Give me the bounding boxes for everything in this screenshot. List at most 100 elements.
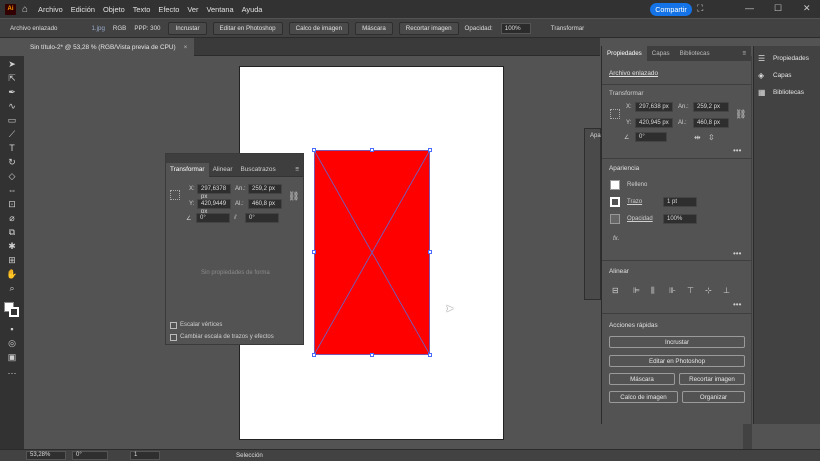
tab-transformar[interactable]: Transformar: [166, 162, 209, 177]
free-transform-tool-icon[interactable]: ⊡: [6, 199, 18, 210]
selection-tool-icon[interactable]: ➤: [6, 59, 18, 70]
maximize-icon[interactable]: ☐: [774, 3, 782, 14]
tab-bibliotecas[interactable]: Bibliotecas: [675, 46, 715, 61]
fx-icon[interactable]: fx.: [613, 236, 619, 242]
menu-ver[interactable]: Ver: [187, 5, 198, 14]
pen-tool-icon[interactable]: ✒: [6, 87, 18, 98]
tab-capas[interactable]: Capas: [647, 46, 675, 61]
panel-menu-icon[interactable]: ≡: [737, 46, 751, 61]
handle-top-center[interactable]: [370, 148, 374, 152]
width-tool-icon[interactable]: ⇔: [6, 185, 18, 196]
close-icon[interactable]: ✕: [803, 3, 811, 14]
more-options-icon[interactable]: •••: [733, 300, 741, 309]
zoom-tool-icon[interactable]: ⌕: [6, 283, 18, 294]
tab-propiedades[interactable]: Propiedades: [602, 46, 647, 61]
opacity-label[interactable]: Opacidad: [627, 216, 653, 222]
file-link[interactable]: 1.jpg: [91, 25, 104, 32]
crop-image-button[interactable]: Recortar imagen: [679, 373, 745, 385]
align-left-icon[interactable]: ⊫: [633, 286, 640, 295]
embed-button[interactable]: Incrustar: [609, 336, 745, 348]
handle-top-right[interactable]: [428, 148, 432, 152]
image-trace-button[interactable]: Calco de imagen: [609, 391, 678, 403]
reference-point-icon[interactable]: [170, 190, 180, 200]
menu-texto[interactable]: Texto: [133, 5, 151, 14]
dock-capas[interactable]: ◈ Capas: [758, 71, 791, 80]
width-input[interactable]: 259,2 px: [693, 102, 729, 112]
dock-propiedades[interactable]: ☰ Propiedades: [758, 54, 809, 63]
align-vcenter-icon[interactable]: ⊹: [705, 286, 712, 295]
panel-menu-icon[interactable]: ≡: [291, 166, 303, 173]
document-tab[interactable]: Sin título-2* @ 53,28 % (RGB/Vista previ…: [24, 38, 194, 56]
height-input[interactable]: 460,8 px: [693, 118, 729, 128]
handle-middle-right[interactable]: [428, 250, 432, 254]
dock-bibliotecas[interactable]: ▦ Bibliotecas: [758, 88, 804, 97]
opacity-input[interactable]: 100%: [500, 22, 531, 34]
opacity-input[interactable]: 100%: [663, 214, 697, 224]
color-mode-icon[interactable]: ▪: [6, 324, 18, 335]
artboard-field[interactable]: 1: [130, 451, 160, 460]
menu-efecto[interactable]: Efecto: [158, 5, 179, 14]
more-options-icon[interactable]: •••: [733, 146, 741, 155]
fill-swatch[interactable]: [610, 180, 620, 190]
menu-ventana[interactable]: Ventana: [206, 5, 233, 14]
x-input[interactable]: 297,638 px: [635, 102, 673, 112]
align-top-icon[interactable]: ⊤: [687, 286, 694, 295]
handle-top-left[interactable]: [312, 148, 316, 152]
drawing-mode-icon[interactable]: ◎: [6, 338, 18, 349]
scale-corners-checkbox[interactable]: [170, 322, 177, 329]
menu-edicion[interactable]: Edición: [71, 5, 95, 14]
align-bottom-icon[interactable]: ⊥: [723, 286, 730, 295]
home-icon[interactable]: ⌂: [22, 4, 28, 15]
height-input[interactable]: 460,8 px: [248, 199, 282, 209]
handle-bottom-center[interactable]: [370, 353, 374, 357]
menu-ayuda[interactable]: Ayuda: [242, 5, 263, 14]
handle-bottom-right[interactable]: [428, 353, 432, 357]
type-tool-icon[interactable]: T: [6, 143, 18, 154]
y-input[interactable]: 420,9449 px: [197, 199, 231, 215]
menu-archivo[interactable]: Archivo: [38, 5, 63, 14]
tab-alinear[interactable]: Alinear: [209, 166, 237, 173]
flip-horizontal-icon[interactable]: ⇹: [694, 133, 701, 142]
close-document-icon[interactable]: ×: [184, 44, 188, 51]
tab-buscatrazos[interactable]: Buscatrazos: [236, 166, 279, 173]
mask-button[interactable]: Máscara: [609, 373, 675, 385]
arrange-button[interactable]: Organizar: [682, 391, 745, 403]
hidden-appearance-panel[interactable]: Apa: [584, 128, 601, 300]
angle-input[interactable]: 0°: [635, 132, 667, 142]
share-button[interactable]: Compartir: [650, 3, 692, 16]
embed-button[interactable]: Incrustar: [168, 21, 207, 35]
handle-bottom-left[interactable]: [312, 353, 316, 357]
menu-objeto[interactable]: Objeto: [103, 5, 125, 14]
symbol-tool-icon[interactable]: ✱: [6, 241, 18, 252]
x-input[interactable]: 297,6378 px: [197, 184, 231, 200]
stroke-swatch[interactable]: [610, 197, 620, 207]
minimize-icon[interactable]: —: [745, 3, 754, 13]
hidden-panel-tab[interactable]: Apa: [590, 133, 601, 139]
shear-input[interactable]: 0°: [245, 213, 279, 223]
zoom-field[interactable]: 53,28%: [26, 451, 66, 460]
stroke-label[interactable]: Trazo: [627, 199, 642, 205]
hand-tool-icon[interactable]: ✋: [6, 269, 18, 280]
constrain-link-icon[interactable]: ⛓: [735, 109, 746, 120]
transform-link[interactable]: Transformar: [551, 25, 584, 32]
mask-button[interactable]: Máscara: [355, 21, 393, 35]
image-trace-button[interactable]: Calco de imagen: [288, 21, 350, 35]
flip-vertical-icon[interactable]: ⇳: [708, 133, 715, 142]
brush-tool-icon[interactable]: ⟋: [6, 129, 18, 140]
reference-point-icon[interactable]: [610, 109, 620, 119]
rotate-tool-icon[interactable]: ↻: [6, 157, 18, 168]
artboard-tool-icon[interactable]: ⊞: [6, 255, 18, 266]
edit-photoshop-button[interactable]: Editar en Photoshop: [212, 21, 283, 35]
scale-strokes-checkbox[interactable]: [170, 334, 177, 341]
align-to-icon[interactable]: ⊟: [612, 286, 619, 295]
more-options-icon[interactable]: •••: [733, 249, 741, 258]
align-hcenter-icon[interactable]: ⫼: [651, 286, 655, 296]
eraser-tool-icon[interactable]: ◇: [6, 171, 18, 182]
rotation-field[interactable]: 0°: [72, 451, 108, 460]
stroke-weight-input[interactable]: 1 pt: [663, 197, 697, 207]
placed-image[interactable]: [312, 148, 432, 357]
stroke-swatch[interactable]: [9, 307, 19, 317]
constrain-link-icon[interactable]: ⛓: [288, 191, 299, 202]
curvature-tool-icon[interactable]: ∿: [6, 101, 18, 112]
width-input[interactable]: 259,2 px: [248, 184, 282, 194]
